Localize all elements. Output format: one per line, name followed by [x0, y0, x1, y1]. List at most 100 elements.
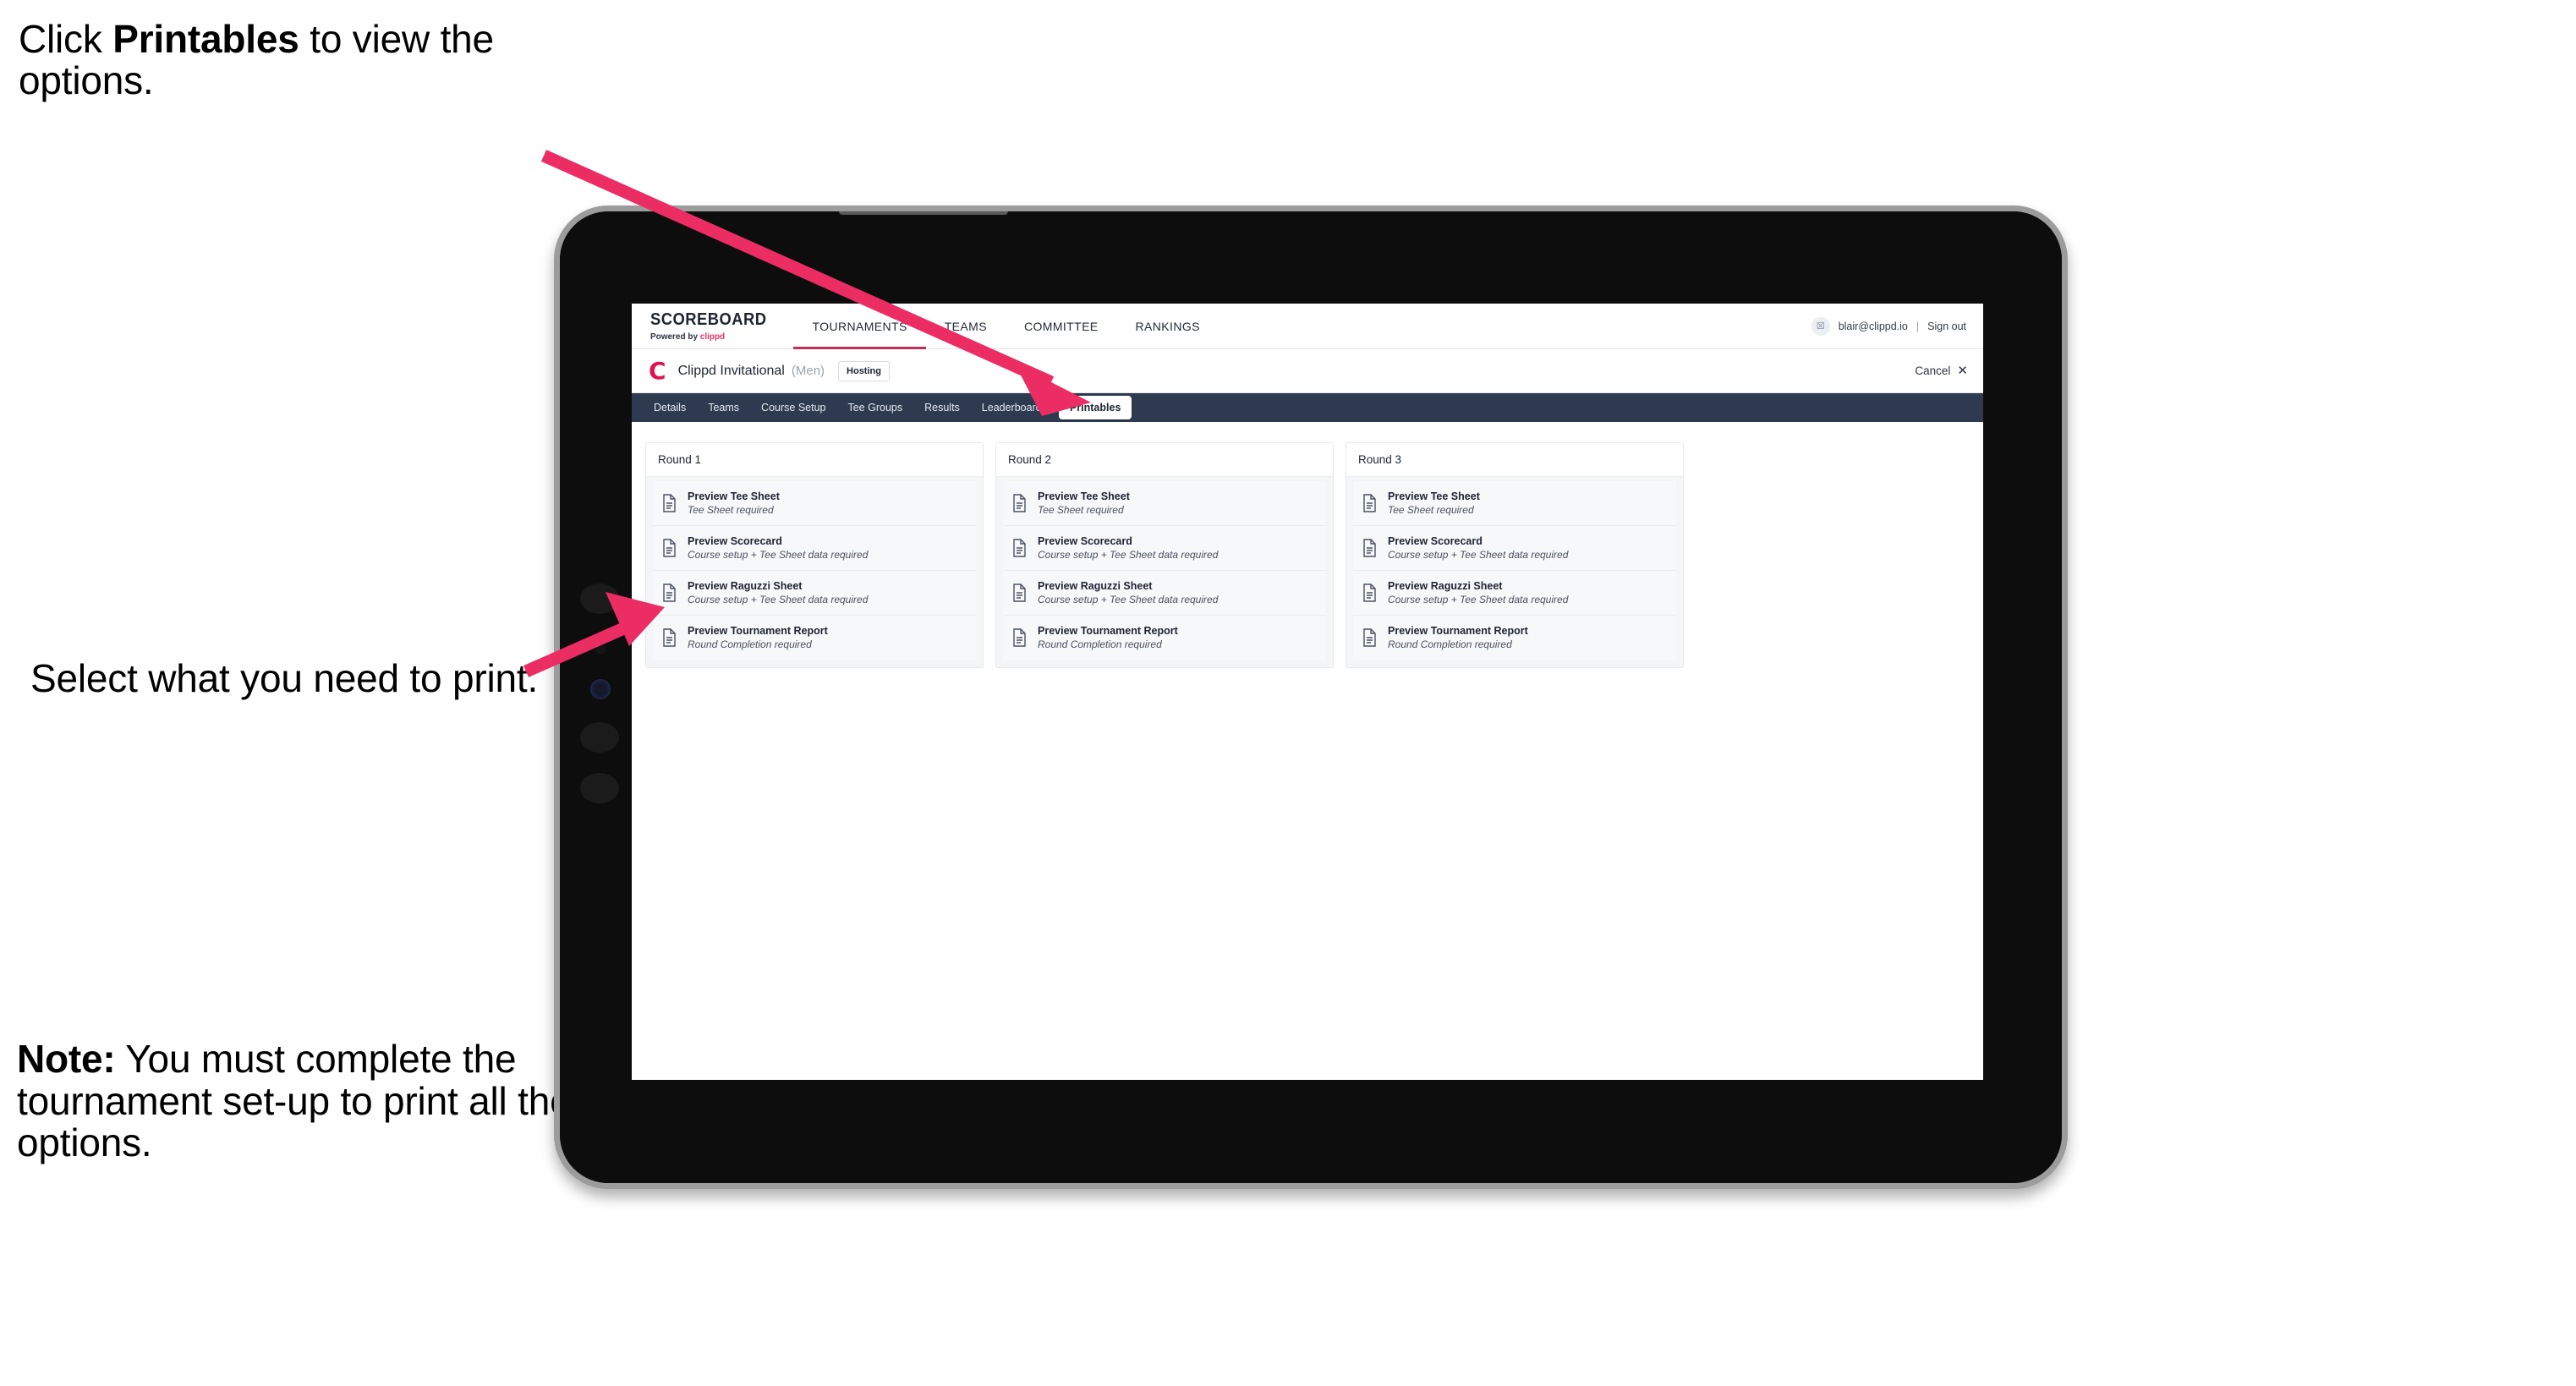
document-icon [1362, 539, 1378, 557]
screenshot-root: Click Printables to view the options. Se… [0, 0, 2576, 1386]
brand-title: SCOREBOARD [650, 310, 767, 329]
printable-subtitle: Course setup + Tee Sheet data required [1038, 549, 1219, 561]
account-email: blair@clippd.io [1838, 320, 1908, 332]
round-1-items: Preview Tee Sheet Tee Sheet required Pre… [646, 477, 983, 667]
microphone-icon [595, 644, 606, 655]
app-screen: SCOREBOARD Powered by clippd TOURNAMENTS… [632, 304, 1983, 1080]
printable-tournament-report-r2[interactable]: Preview Tournament Report Round Completi… [1003, 616, 1326, 660]
callout-select-text: Select what you need to print. [30, 656, 539, 700]
topnav-item-rankings[interactable]: RANKINGS [1117, 304, 1219, 348]
tab-printables[interactable]: Printables [1058, 396, 1132, 419]
document-icon [661, 539, 677, 557]
round-column-3: Round 3 Preview Tee Sheet Tee Sheet requ… [1346, 442, 1684, 668]
cancel-label: Cancel [1915, 364, 1951, 377]
printable-scorecard-r1[interactable]: Preview Scorecard Course setup + Tee She… [653, 526, 976, 571]
brand-subtitle: Powered by clippd [650, 331, 770, 342]
round-column-2: Round 2 Preview Tee Sheet Tee Sheet requ… [995, 442, 1334, 668]
topnav-item-committee[interactable]: COMMITTEE [1006, 304, 1117, 348]
printable-title: Preview Raguzzi Sheet [688, 580, 803, 592]
close-icon: ✕ [1957, 364, 1968, 378]
primary-navigation: TOURNAMENTS TEAMS COMMITTEE RANKINGS [793, 304, 1219, 349]
brand-sub-accent: clippd [699, 331, 726, 342]
document-icon [661, 628, 677, 647]
avatar[interactable]: ☒ [1811, 316, 1830, 336]
document-icon [661, 494, 677, 512]
printable-title: Preview Raguzzi Sheet [1388, 580, 1503, 592]
front-camera-icon [590, 679, 611, 699]
printable-subtitle: Course setup + Tee Sheet data required [1388, 549, 1569, 561]
printable-tournament-report-r1[interactable]: Preview Tournament Report Round Completi… [653, 616, 976, 660]
tournament-header: C Clippd Invitational (Men) Hosting Canc… [632, 349, 1983, 393]
printable-title: Preview Tee Sheet [1388, 490, 1480, 502]
callout-note-bold: Note: [17, 1037, 116, 1081]
tab-leaderboards[interactable]: Leaderboards [972, 397, 1057, 419]
round-3-items: Preview Tee Sheet Tee Sheet required Pre… [1346, 477, 1683, 667]
printable-tee-sheet-r1[interactable]: Preview Tee Sheet Tee Sheet required [653, 481, 976, 526]
printable-raguzzi-sheet-r2[interactable]: Preview Raguzzi Sheet Course setup + Tee… [1003, 571, 1326, 616]
document-icon [661, 583, 677, 602]
printable-subtitle: Course setup + Tee Sheet data required [1388, 594, 1569, 605]
document-icon [1011, 628, 1028, 647]
brand-logo[interactable]: SCOREBOARD Powered by clippd [632, 304, 793, 348]
printable-subtitle: Tee Sheet required [1038, 504, 1124, 516]
round-column-1: Round 1 Preview Tee Sheet Tee Sheet requ… [645, 442, 984, 668]
tab-teams[interactable]: Teams [698, 397, 749, 419]
printable-scorecard-r2[interactable]: Preview Scorecard Course setup + Tee She… [1003, 526, 1326, 571]
printable-title: Preview Tournament Report [1038, 625, 1178, 637]
tab-tee-groups[interactable]: Tee Groups [837, 397, 913, 419]
status-badge[interactable]: Hosting [838, 360, 890, 381]
account-area: ☒ blair@clippd.io | Sign out [1811, 304, 1983, 348]
printable-subtitle: Round Completion required [1038, 638, 1162, 650]
printable-title: Preview Scorecard [1038, 535, 1132, 547]
round-3-header: Round 3 [1346, 443, 1683, 477]
clippd-logo-icon: C [649, 356, 666, 385]
tab-course-setup[interactable]: Course Setup [751, 397, 836, 419]
tab-details[interactable]: Details [644, 397, 696, 419]
document-icon [1362, 583, 1378, 602]
printable-tee-sheet-r2[interactable]: Preview Tee Sheet Tee Sheet required [1003, 481, 1326, 526]
document-icon [1362, 494, 1378, 512]
printable-title: Preview Scorecard [688, 535, 782, 547]
printable-title: Preview Tee Sheet [688, 490, 780, 502]
topnav-item-tournaments[interactable]: TOURNAMENTS [793, 304, 926, 349]
printable-tee-sheet-r3[interactable]: Preview Tee Sheet Tee Sheet required [1353, 481, 1676, 526]
speaker-grille-icon [580, 583, 619, 614]
cancel-button[interactable]: Cancel ✕ [1915, 364, 1968, 377]
round-1-header: Round 1 [646, 443, 983, 477]
printable-subtitle: Tee Sheet required [1388, 504, 1474, 516]
speaker-grille-bottom-icon [580, 773, 619, 803]
printable-title: Preview Tournament Report [1388, 625, 1528, 637]
printable-raguzzi-sheet-r1[interactable]: Preview Raguzzi Sheet Course setup + Tee… [653, 571, 976, 616]
printable-tournament-report-r3[interactable]: Preview Tournament Report Round Completi… [1353, 616, 1676, 660]
tournament-name: Clippd Invitational [677, 363, 785, 378]
document-icon [1362, 628, 1378, 647]
printable-title: Preview Raguzzi Sheet [1038, 580, 1153, 592]
printable-subtitle: Tee Sheet required [688, 504, 774, 516]
printable-subtitle: Course setup + Tee Sheet data required [688, 594, 869, 605]
printable-subtitle: Course setup + Tee Sheet data required [688, 549, 869, 561]
document-icon [1011, 583, 1028, 602]
callout-click-pre: Click [19, 17, 113, 61]
speaker-grille-mid-icon [580, 722, 619, 753]
document-icon [1011, 539, 1028, 557]
topnav-item-teams[interactable]: TEAMS [926, 304, 1006, 348]
printable-title: Preview Scorecard [1388, 535, 1483, 547]
printables-content: Round 1 Preview Tee Sheet Tee Sheet requ… [632, 422, 1983, 688]
round-2-header: Round 2 [996, 443, 1333, 477]
printable-title: Preview Tournament Report [688, 625, 828, 637]
account-separator: | [1916, 320, 1920, 332]
sign-out-link[interactable]: Sign out [1927, 320, 1966, 332]
printable-scorecard-r3[interactable]: Preview Scorecard Course setup + Tee She… [1353, 526, 1676, 571]
brand-sub-prefix: Powered by [650, 331, 700, 342]
printable-subtitle: Round Completion required [688, 638, 812, 650]
callout-click-bold: Printables [112, 17, 299, 61]
callout-select-print: Select what you need to print. [30, 656, 555, 700]
section-tabs: Details Teams Course Setup Tee Groups Re… [632, 393, 1983, 422]
tournament-gender: (Men) [791, 364, 825, 378]
printable-subtitle: Course setup + Tee Sheet data required [1038, 594, 1219, 605]
tablet-top-notch [839, 211, 1008, 215]
callout-click-printables: Click Printables to view the options. [19, 17, 577, 101]
tab-results[interactable]: Results [914, 397, 970, 419]
printable-raguzzi-sheet-r3[interactable]: Preview Raguzzi Sheet Course setup + Tee… [1353, 571, 1676, 616]
round-2-items: Preview Tee Sheet Tee Sheet required Pre… [996, 477, 1333, 667]
